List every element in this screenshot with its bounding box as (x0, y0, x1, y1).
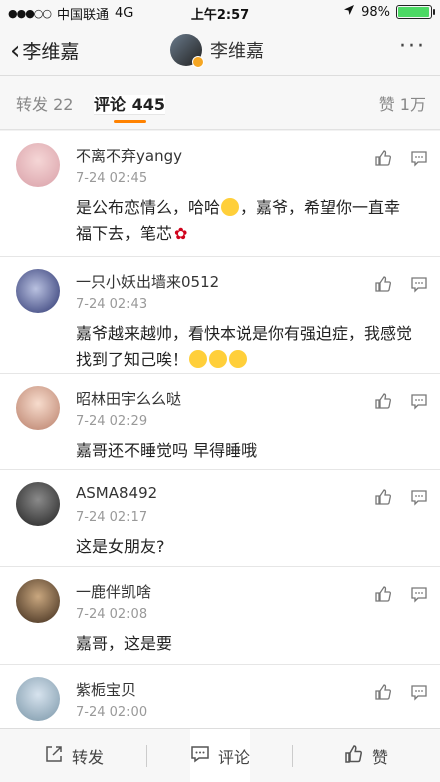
battery-percent: 98% (361, 4, 390, 20)
comment-text: 嘉哥，这是要 (76, 634, 173, 653)
thumbs-up-icon[interactable] (374, 392, 392, 410)
comment-time: 7-24 02:00 (76, 705, 148, 720)
tab-bar: 转发 22 评论 445 赞 1万 (0, 76, 440, 130)
like-button[interactable]: 赞 (344, 729, 388, 782)
thumbs-up-icon[interactable] (374, 275, 392, 293)
comment-reply-icon[interactable] (410, 683, 428, 701)
comment-bubble-icon (190, 744, 210, 768)
list-item: ASMA8492 7-24 02:17 这是女朋友? (0, 470, 440, 567)
comment-username[interactable]: 昭林田宇么么哒 (76, 388, 181, 409)
like-label: 赞 (372, 748, 389, 767)
avatar[interactable] (16, 386, 60, 430)
list-item: 不离不弃yangy 7-24 02:45 是公布恋情么，哈哈 ，嘉爷，希望你一直幸… (0, 131, 440, 257)
location-arrow-icon (343, 4, 355, 20)
share-arrow-icon (44, 744, 64, 768)
comment-time: 7-24 02:43 (76, 297, 148, 312)
more-options-icon[interactable]: ··· (399, 34, 426, 59)
rose-icon: ✿ (174, 224, 188, 243)
comment-username[interactable]: 一鹿伴凯啥 (76, 581, 151, 602)
divider (146, 745, 147, 767)
avatar (170, 34, 204, 68)
chevron-left-icon: ‹ (10, 35, 21, 66)
thumbs-up-icon (344, 744, 364, 768)
battery-icon (396, 5, 435, 19)
comment-time: 7-24 02:08 (76, 607, 148, 622)
avatar[interactable] (16, 482, 60, 526)
bottom-action-bar: 转发 评论 赞 (0, 728, 440, 782)
back-button[interactable]: ‹ 李维嘉 (10, 37, 79, 64)
thumbs-up-icon[interactable] (374, 488, 392, 506)
list-item: 一只小妖出墙来0512 7-24 02:43 嘉爷越来越帅，看快本说是你有强迫症… (0, 257, 440, 374)
comment-username[interactable]: 紫栀宝贝 (76, 679, 136, 700)
comment-list[interactable]: 不离不弃yangy 7-24 02:45 是公布恋情么，哈哈 ，嘉爷，希望你一直幸… (0, 131, 440, 728)
tab-reposts[interactable]: 转发 22 (16, 91, 73, 115)
nav-title[interactable]: 李维嘉 (170, 34, 264, 68)
avatar[interactable] (16, 269, 60, 313)
avatar[interactable] (16, 677, 60, 721)
tab-likes[interactable]: 赞 1万 (379, 91, 426, 115)
comment-label: 评论 (218, 747, 251, 767)
thumbs-up-icon[interactable] (374, 683, 392, 701)
grinning-face-icon (221, 198, 240, 216)
status-right: 98% (343, 4, 435, 20)
list-item: 昭林田宇么么哒 7-24 02:29 嘉哥还不睡觉吗 早得睡哦 (0, 374, 440, 470)
battery-fill (398, 7, 430, 17)
back-label: 李维嘉 (22, 41, 80, 63)
comment-time: 7-24 02:29 (76, 414, 148, 429)
comment-username[interactable]: 不离不弃yangy (76, 145, 182, 166)
comment-reply-icon[interactable] (410, 488, 428, 506)
comment-username[interactable]: 一只小妖出墙来0512 (76, 271, 219, 292)
comment-time: 7-24 02:45 (76, 171, 148, 186)
repost-button[interactable]: 转发 (44, 729, 104, 782)
smiling-face-icon (229, 350, 248, 368)
divider (292, 745, 293, 767)
comment-reply-icon[interactable] (410, 275, 428, 293)
nav-title-text: 李维嘉 (210, 41, 264, 62)
list-item: 一鹿伴凯啥 7-24 02:08 嘉哥，这是要 (0, 567, 440, 665)
repost-label: 转发 (72, 748, 105, 767)
thumbs-up-icon[interactable] (374, 149, 392, 167)
comment-text: 嘉哥还不睡觉吗 早得睡哦 (76, 441, 258, 460)
comment-reply-icon[interactable] (410, 392, 428, 410)
thumbs-up-icon[interactable] (374, 585, 392, 603)
avatar[interactable] (16, 579, 60, 623)
comment-reply-icon[interactable] (410, 149, 428, 167)
comment-username[interactable]: ASMA8492 (76, 484, 157, 502)
tab-comments[interactable]: 评论 445 (94, 95, 165, 115)
comment-text: 嘉爷越来越帅，看快本说是你有强迫症，我感觉找到了知己唉！ (76, 321, 416, 373)
list-item: 紫栀宝贝 7-24 02:00 (0, 665, 440, 728)
comment-reply-icon[interactable] (410, 585, 428, 603)
comment-text-part: 是公布恋情么，哈哈 (76, 198, 221, 217)
comment-button[interactable]: 评论 (190, 729, 251, 782)
active-tab-indicator (114, 120, 146, 123)
smiling-face-icon (189, 350, 208, 368)
comment-time: 7-24 02:17 (76, 510, 148, 525)
verified-badge-icon (192, 56, 204, 68)
avatar[interactable] (16, 143, 60, 187)
comment-text: 这是女朋友? (76, 537, 165, 556)
nav-bar: ‹ 李维嘉 李维嘉 ··· (0, 24, 440, 76)
smiling-face-icon (209, 350, 228, 368)
status-bar: ●●●○○ 中国联通 4G 上午2:57 98% (0, 0, 440, 24)
comment-text: 是公布恋情么，哈哈 ，嘉爷，希望你一直幸福下去，笔芯 ✿ (76, 195, 416, 247)
